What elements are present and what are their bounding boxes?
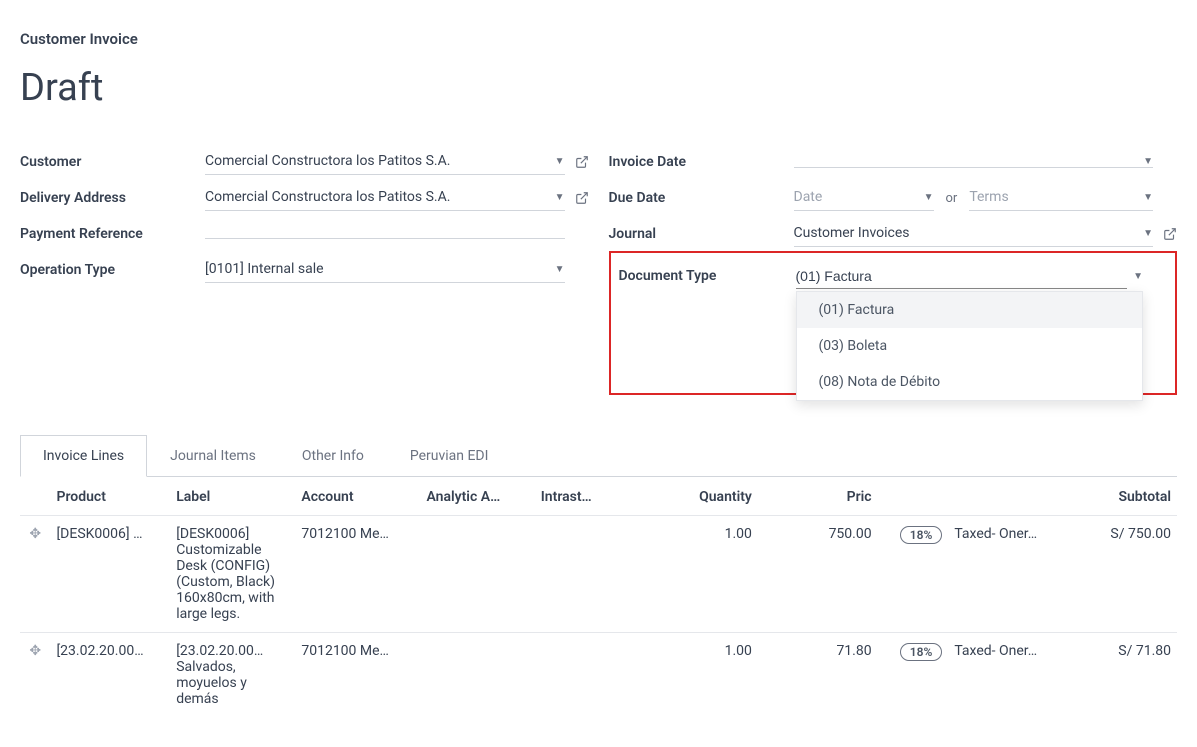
table-header-row: Product Label Account Analytic A… Intras… (20, 477, 1177, 516)
operation-type-value: [0101] Internal sale (205, 257, 549, 282)
chevron-down-icon[interactable]: ▼ (1143, 192, 1153, 203)
cell-quantity: 1.00 (616, 633, 757, 718)
cell-subtotal: S/ 750.00 (1068, 516, 1177, 633)
tabs: Invoice Lines Journal Items Other Info P… (20, 435, 1177, 477)
cell-quantity: 1.00 (616, 516, 757, 633)
col-intrastat: Intrast… (535, 477, 617, 516)
tab-other-info[interactable]: Other Info (279, 435, 387, 477)
cell-product: [DESK0006] … (50, 516, 170, 633)
col-taxes (948, 477, 1068, 516)
tax-badge: 18% (900, 526, 943, 544)
cell-price: 750.00 (758, 516, 878, 633)
journal-label: Journal (609, 226, 794, 242)
customer-value: Comercial Constructora los Patitos S.A. (205, 149, 549, 174)
cell-tax-badge: 18% (878, 516, 949, 633)
dropdown-option[interactable]: (01) Factura (797, 292, 1143, 328)
cell-product: [23.02.20.00… (50, 633, 170, 718)
due-date-date-placeholder: Date (794, 185, 918, 210)
cell-account: 7012100 Me… (295, 633, 420, 718)
cell-analytic (421, 516, 535, 633)
payment-ref-field[interactable] (205, 229, 565, 239)
due-date-label: Due Date (609, 190, 794, 206)
external-link-icon[interactable] (575, 154, 589, 170)
customer-field[interactable]: Comercial Constructora los Patitos S.A. … (205, 149, 565, 175)
due-date-date-field[interactable]: Date ▼ (794, 185, 934, 211)
external-link-icon[interactable] (1163, 226, 1177, 242)
document-type-dropdown: (01) Factura (03) Boleta (08) Nota de Dé… (796, 291, 1144, 401)
delivery-field[interactable]: Comercial Constructora los Patitos S.A. … (205, 185, 565, 211)
payment-ref-label: Payment Reference (20, 226, 205, 242)
tab-peruvian-edi[interactable]: Peruvian EDI (387, 435, 512, 477)
form-right-column: Invoice Date ▼ Due Date Date ▼ or Terms … (609, 145, 1178, 395)
table-row[interactable]: ✥[23.02.20.00…[23.02.20.00… Salvados, mo… (20, 633, 1177, 718)
cell-tax-label: Taxed- Oner… (948, 633, 1068, 718)
due-date-or: or (946, 191, 958, 206)
tab-journal-items[interactable]: Journal Items (147, 435, 279, 477)
cell-subtotal: S/ 71.80 (1068, 633, 1177, 718)
table-row[interactable]: ✥[DESK0006] …[DESK0006] Customizable Des… (20, 516, 1177, 633)
delivery-value: Comercial Constructora los Patitos S.A. (205, 185, 549, 210)
operation-type-field[interactable]: [0101] Internal sale ▼ (205, 257, 565, 283)
customer-label: Customer (20, 154, 205, 170)
cell-tax-label: Taxed- Oner… (948, 516, 1068, 633)
document-type-label: Document Type (619, 268, 796, 284)
chevron-down-icon[interactable]: ▼ (1143, 156, 1153, 167)
breadcrumb: Customer Invoice (20, 30, 1177, 48)
col-analytic: Analytic A… (421, 477, 535, 516)
payment-ref-value (205, 229, 565, 238)
document-type-field[interactable]: ▼ (01) Factura (03) Boleta (08) Nota de … (796, 264, 1144, 289)
cell-tax-badge: 18% (878, 633, 949, 718)
invoice-date-value (794, 157, 1138, 166)
document-type-input[interactable] (796, 264, 1128, 289)
operation-type-label: Operation Type (20, 262, 205, 278)
chevron-down-icon[interactable]: ▼ (555, 264, 565, 275)
cell-account: 7012100 Me… (295, 516, 420, 633)
cell-price: 71.80 (758, 633, 878, 718)
chevron-down-icon[interactable]: ▼ (1143, 228, 1153, 239)
chevron-down-icon[interactable]: ▼ (924, 192, 934, 203)
invoice-date-field[interactable]: ▼ (794, 156, 1154, 168)
col-label: Label (170, 477, 295, 516)
journal-field[interactable]: Customer Invoices ▼ (794, 221, 1154, 247)
col-product: Product (50, 477, 170, 516)
col-account: Account (295, 477, 420, 516)
invoice-date-label: Invoice Date (609, 154, 794, 170)
chevron-down-icon[interactable]: ▼ (555, 192, 565, 203)
drag-handle-icon[interactable]: ✥ (20, 516, 50, 633)
due-date-terms-field[interactable]: Terms ▼ (969, 185, 1153, 211)
invoice-lines-table: Product Label Account Analytic A… Intras… (20, 477, 1177, 717)
cell-label: [DESK0006] Customizable Desk (CONFIG) (C… (170, 516, 295, 633)
col-subtotal: Subtotal (1068, 477, 1177, 516)
drag-handle-icon[interactable]: ✥ (20, 633, 50, 718)
chevron-down-icon[interactable]: ▼ (1133, 271, 1143, 282)
cell-analytic (421, 633, 535, 718)
tab-invoice-lines[interactable]: Invoice Lines (20, 435, 147, 477)
cell-intrastat (535, 633, 617, 718)
form-left-column: Customer Comercial Constructora los Pati… (20, 145, 589, 395)
col-quantity: Quantity (616, 477, 757, 516)
cell-intrastat (535, 516, 617, 633)
document-type-highlight: Document Type ▼ (01) Factura (03) Boleta… (609, 251, 1178, 395)
page-title: Draft (20, 66, 1177, 110)
due-date-terms-placeholder: Terms (969, 185, 1137, 210)
dropdown-option[interactable]: (03) Boleta (797, 328, 1143, 364)
journal-value: Customer Invoices (794, 221, 1138, 246)
cell-label: [23.02.20.00… Salvados, moyuelos y demás (170, 633, 295, 718)
chevron-down-icon[interactable]: ▼ (555, 156, 565, 167)
tax-badge: 18% (900, 643, 943, 661)
delivery-label: Delivery Address (20, 190, 205, 206)
col-price: Pric (758, 477, 878, 516)
dropdown-option[interactable]: (08) Nota de Débito (797, 364, 1143, 400)
external-link-icon[interactable] (575, 190, 589, 206)
